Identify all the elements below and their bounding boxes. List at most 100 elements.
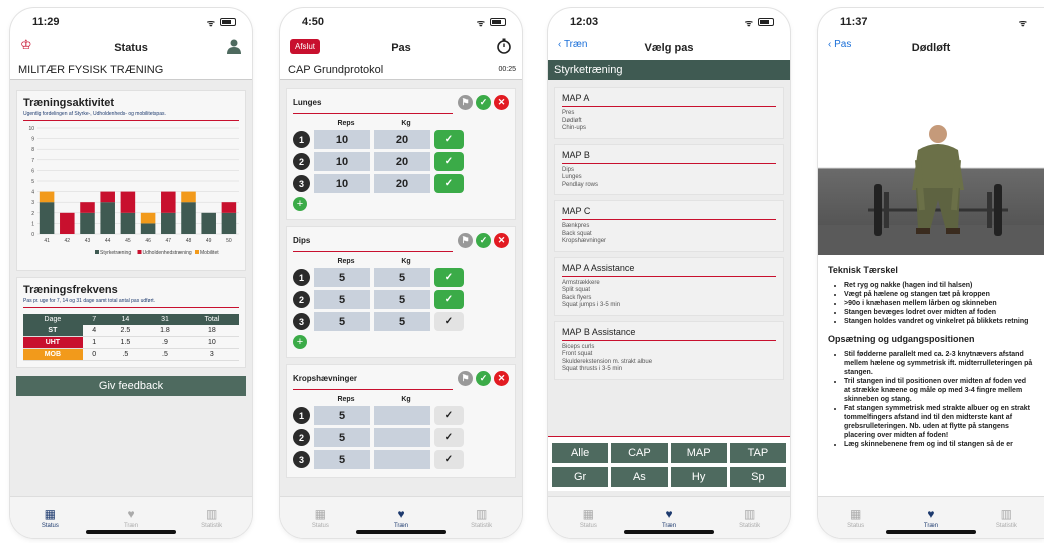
filter-gr-button[interactable]: Gr	[552, 467, 609, 487]
reps-input[interactable]: 5	[314, 406, 370, 425]
kg-input[interactable]: 20	[374, 174, 430, 193]
flag-icon[interactable]: ⚑	[458, 95, 473, 110]
filter-all-button[interactable]: Alle	[552, 443, 609, 463]
set-complete-button[interactable]: ✓	[434, 152, 464, 171]
session-item[interactable]: MAP B Assistance Biceps curls Front squa…	[554, 320, 784, 380]
set-complete-button[interactable]: ✓	[434, 450, 464, 469]
set-complete-button[interactable]: ✓	[434, 174, 464, 193]
kg-input[interactable]	[374, 406, 430, 425]
session-item[interactable]: MAP A Assistance Armstrækkere Split squa…	[554, 256, 784, 316]
set-complete-button[interactable]: ✓	[434, 406, 464, 425]
tab-statistik[interactable]: ▥ Statistik	[441, 497, 522, 538]
add-set-button[interactable]: +	[293, 197, 307, 211]
filter-sp-button[interactable]: Sp	[729, 467, 786, 487]
list-item: Læg skinnebenene frem og ind til stangen…	[844, 440, 1034, 449]
tab-label: Statistik	[471, 522, 493, 529]
filter-tap-button[interactable]: TAP	[729, 443, 786, 463]
exercise-card: Kropshævninger ⚑ ✓ ✕ Reps Kg 1 5 ✓ 2 5 ✓…	[286, 364, 516, 478]
exercise-label: Skulderekstension m. strakt albue	[562, 358, 653, 365]
back-button[interactable]: ‹ Træn	[558, 39, 587, 50]
table-cell: 2.5	[105, 325, 146, 337]
filter-as-button[interactable]: As	[611, 467, 668, 487]
close-icon[interactable]: ✕	[494, 95, 509, 110]
nav-bar: Afslut Pas	[280, 36, 522, 60]
reps-input[interactable]: 10	[314, 174, 370, 193]
kg-input[interactable]: 20	[374, 130, 430, 149]
quit-button[interactable]: Afslut	[290, 39, 321, 54]
close-icon[interactable]: ✕	[494, 233, 509, 248]
check-icon[interactable]: ✓	[476, 95, 491, 110]
kg-input[interactable]: 20	[374, 152, 430, 171]
reps-input[interactable]: 10	[314, 130, 370, 149]
set-complete-button[interactable]: ✓	[434, 312, 464, 331]
set-row: 1 10 20 ✓	[293, 130, 509, 149]
filter-hy-button[interactable]: Hy	[670, 467, 727, 487]
set-complete-button[interactable]: ✓	[434, 428, 464, 447]
back-button[interactable]: ‹ Pas	[828, 39, 851, 50]
tab-statistik[interactable]: ▥ Statistik	[969, 497, 1044, 538]
exercise-name[interactable]: Dips	[293, 236, 310, 245]
column-headers: Reps Kg	[293, 120, 509, 127]
feedback-button[interactable]: Giv feedback	[16, 376, 246, 396]
legend-swatch	[95, 250, 99, 254]
exercise-name[interactable]: Lunges	[293, 98, 321, 107]
session-title: MAP B Assistance	[562, 326, 636, 337]
tab-status[interactable]: ▦ Status	[10, 497, 91, 538]
kg-input[interactable]	[374, 428, 430, 447]
add-set-button[interactable]: +	[293, 335, 307, 349]
stopwatch-icon[interactable]	[496, 38, 512, 57]
phone-status-screen: 11:29 ᯤ ♔ Status MILITÆR FYSISK TRÆNING …	[10, 8, 252, 538]
nav-bar: ‹ Træn Vælg pas	[548, 36, 790, 60]
exercise-label: Chin-ups	[562, 125, 587, 131]
reps-input[interactable]: 5	[314, 312, 370, 331]
table-cell: .9	[145, 336, 185, 349]
x-tick-label: 47	[166, 238, 172, 244]
exercise-label: Dips	[562, 166, 575, 173]
reps-input[interactable]: 5	[314, 290, 370, 309]
set-row: 3 5 ✓	[293, 450, 509, 469]
back-label: Pas	[834, 39, 852, 50]
divider	[562, 162, 776, 164]
tab-status[interactable]: ▦ Status	[818, 497, 893, 538]
check-icon[interactable]: ✓	[476, 371, 491, 386]
exercise-label: Pendlay rows	[562, 181, 599, 188]
profile-icon[interactable]	[226, 38, 242, 57]
flag-icon[interactable]: ⚑	[458, 371, 473, 386]
set-complete-button[interactable]: ✓	[434, 268, 464, 287]
session-item[interactable]: MAP A Pres Dødløft Chin-ups	[554, 87, 784, 139]
calendar-icon: ▦	[849, 506, 862, 521]
wifi-icon: ᯤ	[1018, 17, 1028, 28]
set-complete-button[interactable]: ✓	[434, 130, 464, 149]
reps-input[interactable]: 5	[314, 450, 370, 469]
session-item[interactable]: MAP B Dips Lunges Pendlay rows	[554, 143, 784, 195]
nav-bar: ‹ Pas Dødløft	[818, 36, 1044, 60]
set-row: 2 5 ✓	[293, 428, 509, 447]
kg-input[interactable]: 5	[374, 312, 430, 331]
tab-status[interactable]: ▦ Status	[548, 497, 629, 538]
tab-statistik[interactable]: ▥ Statistik	[709, 497, 790, 538]
exercise-name[interactable]: Kropshævninger	[293, 374, 357, 383]
filter-cap-button[interactable]: CAP	[611, 443, 668, 463]
kg-input[interactable]: 5	[374, 268, 430, 287]
kg-header: Kg	[401, 396, 411, 403]
table-row: ST 4 2.5 1.8 18	[23, 325, 239, 337]
kg-input[interactable]	[374, 450, 430, 469]
tab-label: Statistik	[201, 522, 223, 529]
session-title: MAP B	[562, 149, 590, 160]
tab-status[interactable]: ▦ Status	[280, 497, 361, 538]
session-item[interactable]: MAP C Bænkpres Back squat Kropshævninger	[554, 200, 784, 252]
check-icon[interactable]: ✓	[476, 233, 491, 248]
close-icon[interactable]: ✕	[494, 371, 509, 386]
reps-input[interactable]: 5	[314, 428, 370, 447]
flag-icon[interactable]: ⚑	[458, 233, 473, 248]
tab-label: Træn	[123, 522, 139, 529]
filter-map-button[interactable]: MAP	[670, 443, 727, 463]
tab-statistik[interactable]: ▥ Statistik	[171, 497, 252, 538]
set-complete-button[interactable]: ✓	[434, 290, 464, 309]
kg-input[interactable]: 5	[374, 290, 430, 309]
reps-input[interactable]: 10	[314, 152, 370, 171]
bar-segment	[100, 191, 115, 203]
wifi-icon: ᯤ	[744, 17, 754, 28]
reps-input[interactable]: 5	[314, 268, 370, 287]
back-label: Træn	[563, 39, 588, 50]
